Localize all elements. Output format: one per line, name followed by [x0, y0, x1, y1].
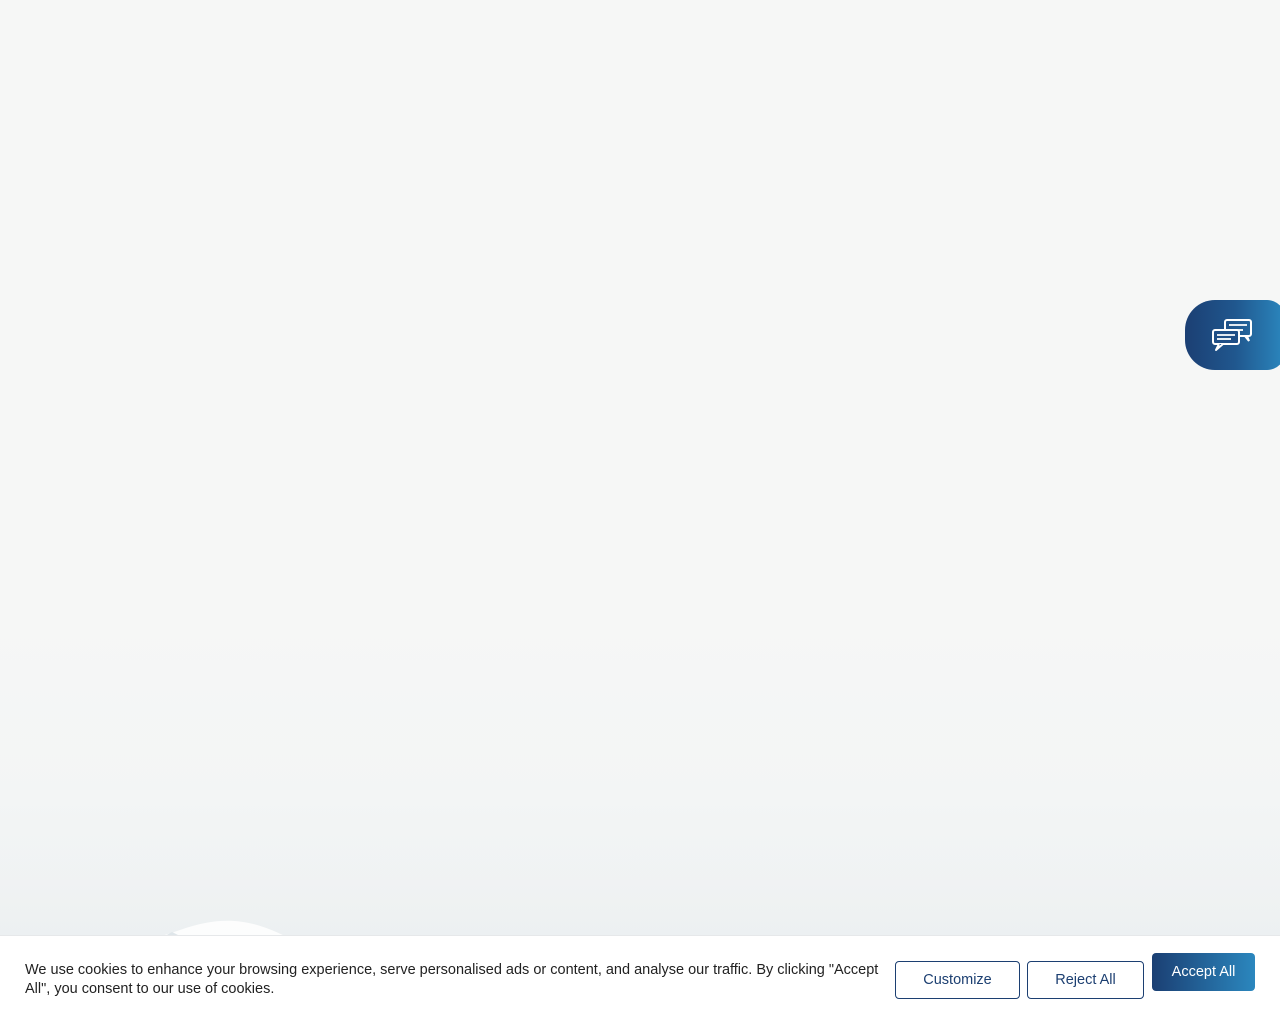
- accept-all-button[interactable]: Accept All: [1152, 953, 1255, 991]
- reject-all-button[interactable]: Reject All: [1027, 961, 1144, 999]
- cookie-message: We use cookies to enhance your browsing …: [25, 962, 879, 997]
- chat-bubbles-icon: [1211, 318, 1255, 352]
- customize-button[interactable]: Customize: [895, 961, 1020, 999]
- cookie-consent-banner: We use cookies to enhance your browsing …: [0, 935, 1280, 1024]
- chat-widget-button[interactable]: [1185, 300, 1280, 370]
- page-background: We use cookies to enhance your browsing …: [0, 0, 1280, 1024]
